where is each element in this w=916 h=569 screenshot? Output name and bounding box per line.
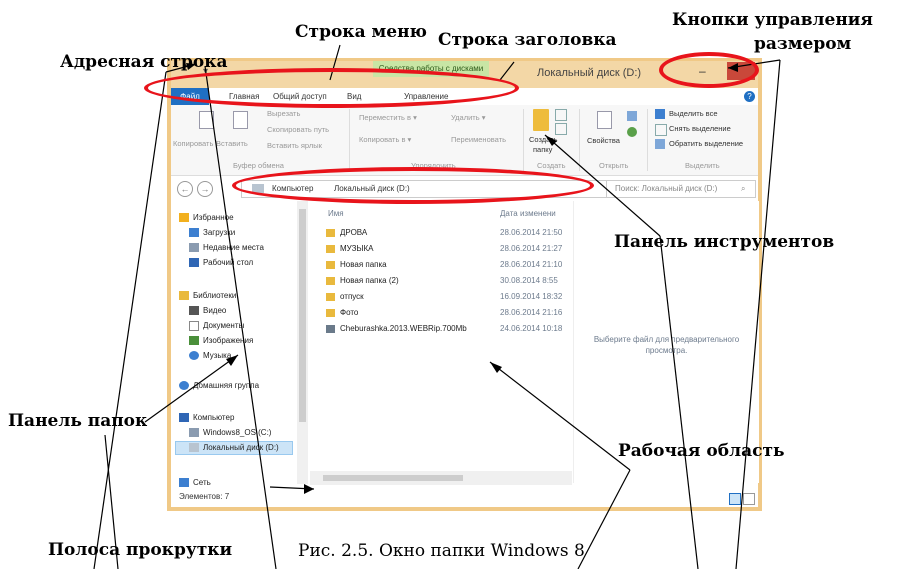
label-menu-bar: Строка меню [295, 22, 427, 42]
callout-line [144, 354, 239, 423]
label-address-bar: Адресная строка [60, 52, 228, 72]
callout-line [489, 361, 631, 471]
label-work-area: Рабочая область [618, 441, 785, 461]
arrowhead [226, 355, 238, 366]
label-folder-pane: Панель папок [8, 411, 148, 431]
figure-caption: Рис. 2.5. Окно папки Windows 8 [298, 541, 585, 561]
callout-line [659, 235, 699, 569]
callout-line [499, 61, 515, 81]
address-highlight-ellipse [232, 167, 594, 204]
callout-line [93, 71, 167, 569]
label-scrollbar: Полоса прокрутки [48, 540, 233, 560]
label-size-buttons-1: Кнопки управления [672, 10, 873, 30]
arrowhead [490, 362, 502, 373]
label-title-bar: Строка заголовка [438, 30, 617, 50]
callout-line [577, 469, 631, 569]
menu-highlight-ellipse [144, 68, 519, 108]
callout-line [204, 65, 277, 569]
label-toolbar: Панель инструментов [614, 232, 835, 252]
label-size-buttons-2: размером [754, 34, 852, 54]
arrowhead [304, 484, 314, 494]
size-buttons-highlight-ellipse [659, 52, 759, 88]
callout-line [735, 59, 781, 569]
